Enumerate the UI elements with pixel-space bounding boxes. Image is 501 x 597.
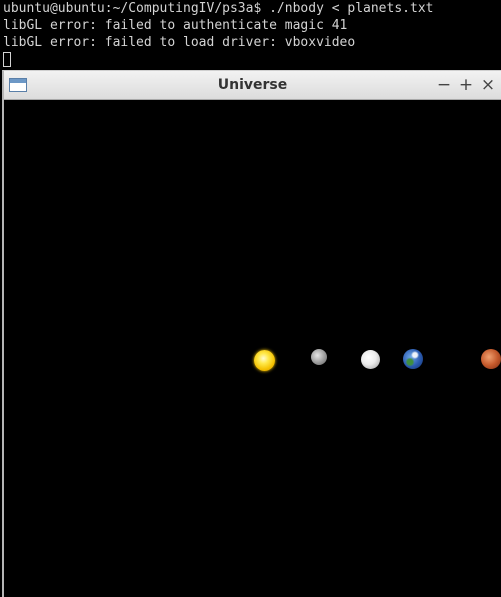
minimize-button[interactable]: − xyxy=(435,75,453,95)
maximize-button[interactable]: + xyxy=(457,75,475,95)
sun-sprite xyxy=(254,350,275,371)
close-button[interactable]: × xyxy=(479,75,497,95)
venus-sprite xyxy=(361,350,380,369)
universe-canvas xyxy=(4,100,501,597)
window-titlebar[interactable]: Universe − + × xyxy=(4,71,501,100)
window-controls: − + × xyxy=(435,75,497,95)
terminal-line-error-1: libGL error: failed to authenticate magi… xyxy=(3,18,348,33)
universe-window[interactable]: Universe − + × xyxy=(2,70,501,597)
mercury-sprite xyxy=(311,349,327,365)
terminal-line-command: ubuntu@ubuntu:~/ComputingIV/ps3a$ ./nbod… xyxy=(3,1,434,16)
mars-sprite xyxy=(481,349,501,369)
terminal-line-error-2: libGL error: failed to load driver: vbox… xyxy=(3,35,356,50)
terminal-cursor xyxy=(3,52,11,67)
terminal-window[interactable]: ubuntu@ubuntu:~/ComputingIV/ps3a$ ./nbod… xyxy=(0,0,501,70)
window-title: Universe xyxy=(217,77,288,93)
terminal-cursor-line xyxy=(3,51,501,68)
earth-sprite xyxy=(403,349,423,369)
